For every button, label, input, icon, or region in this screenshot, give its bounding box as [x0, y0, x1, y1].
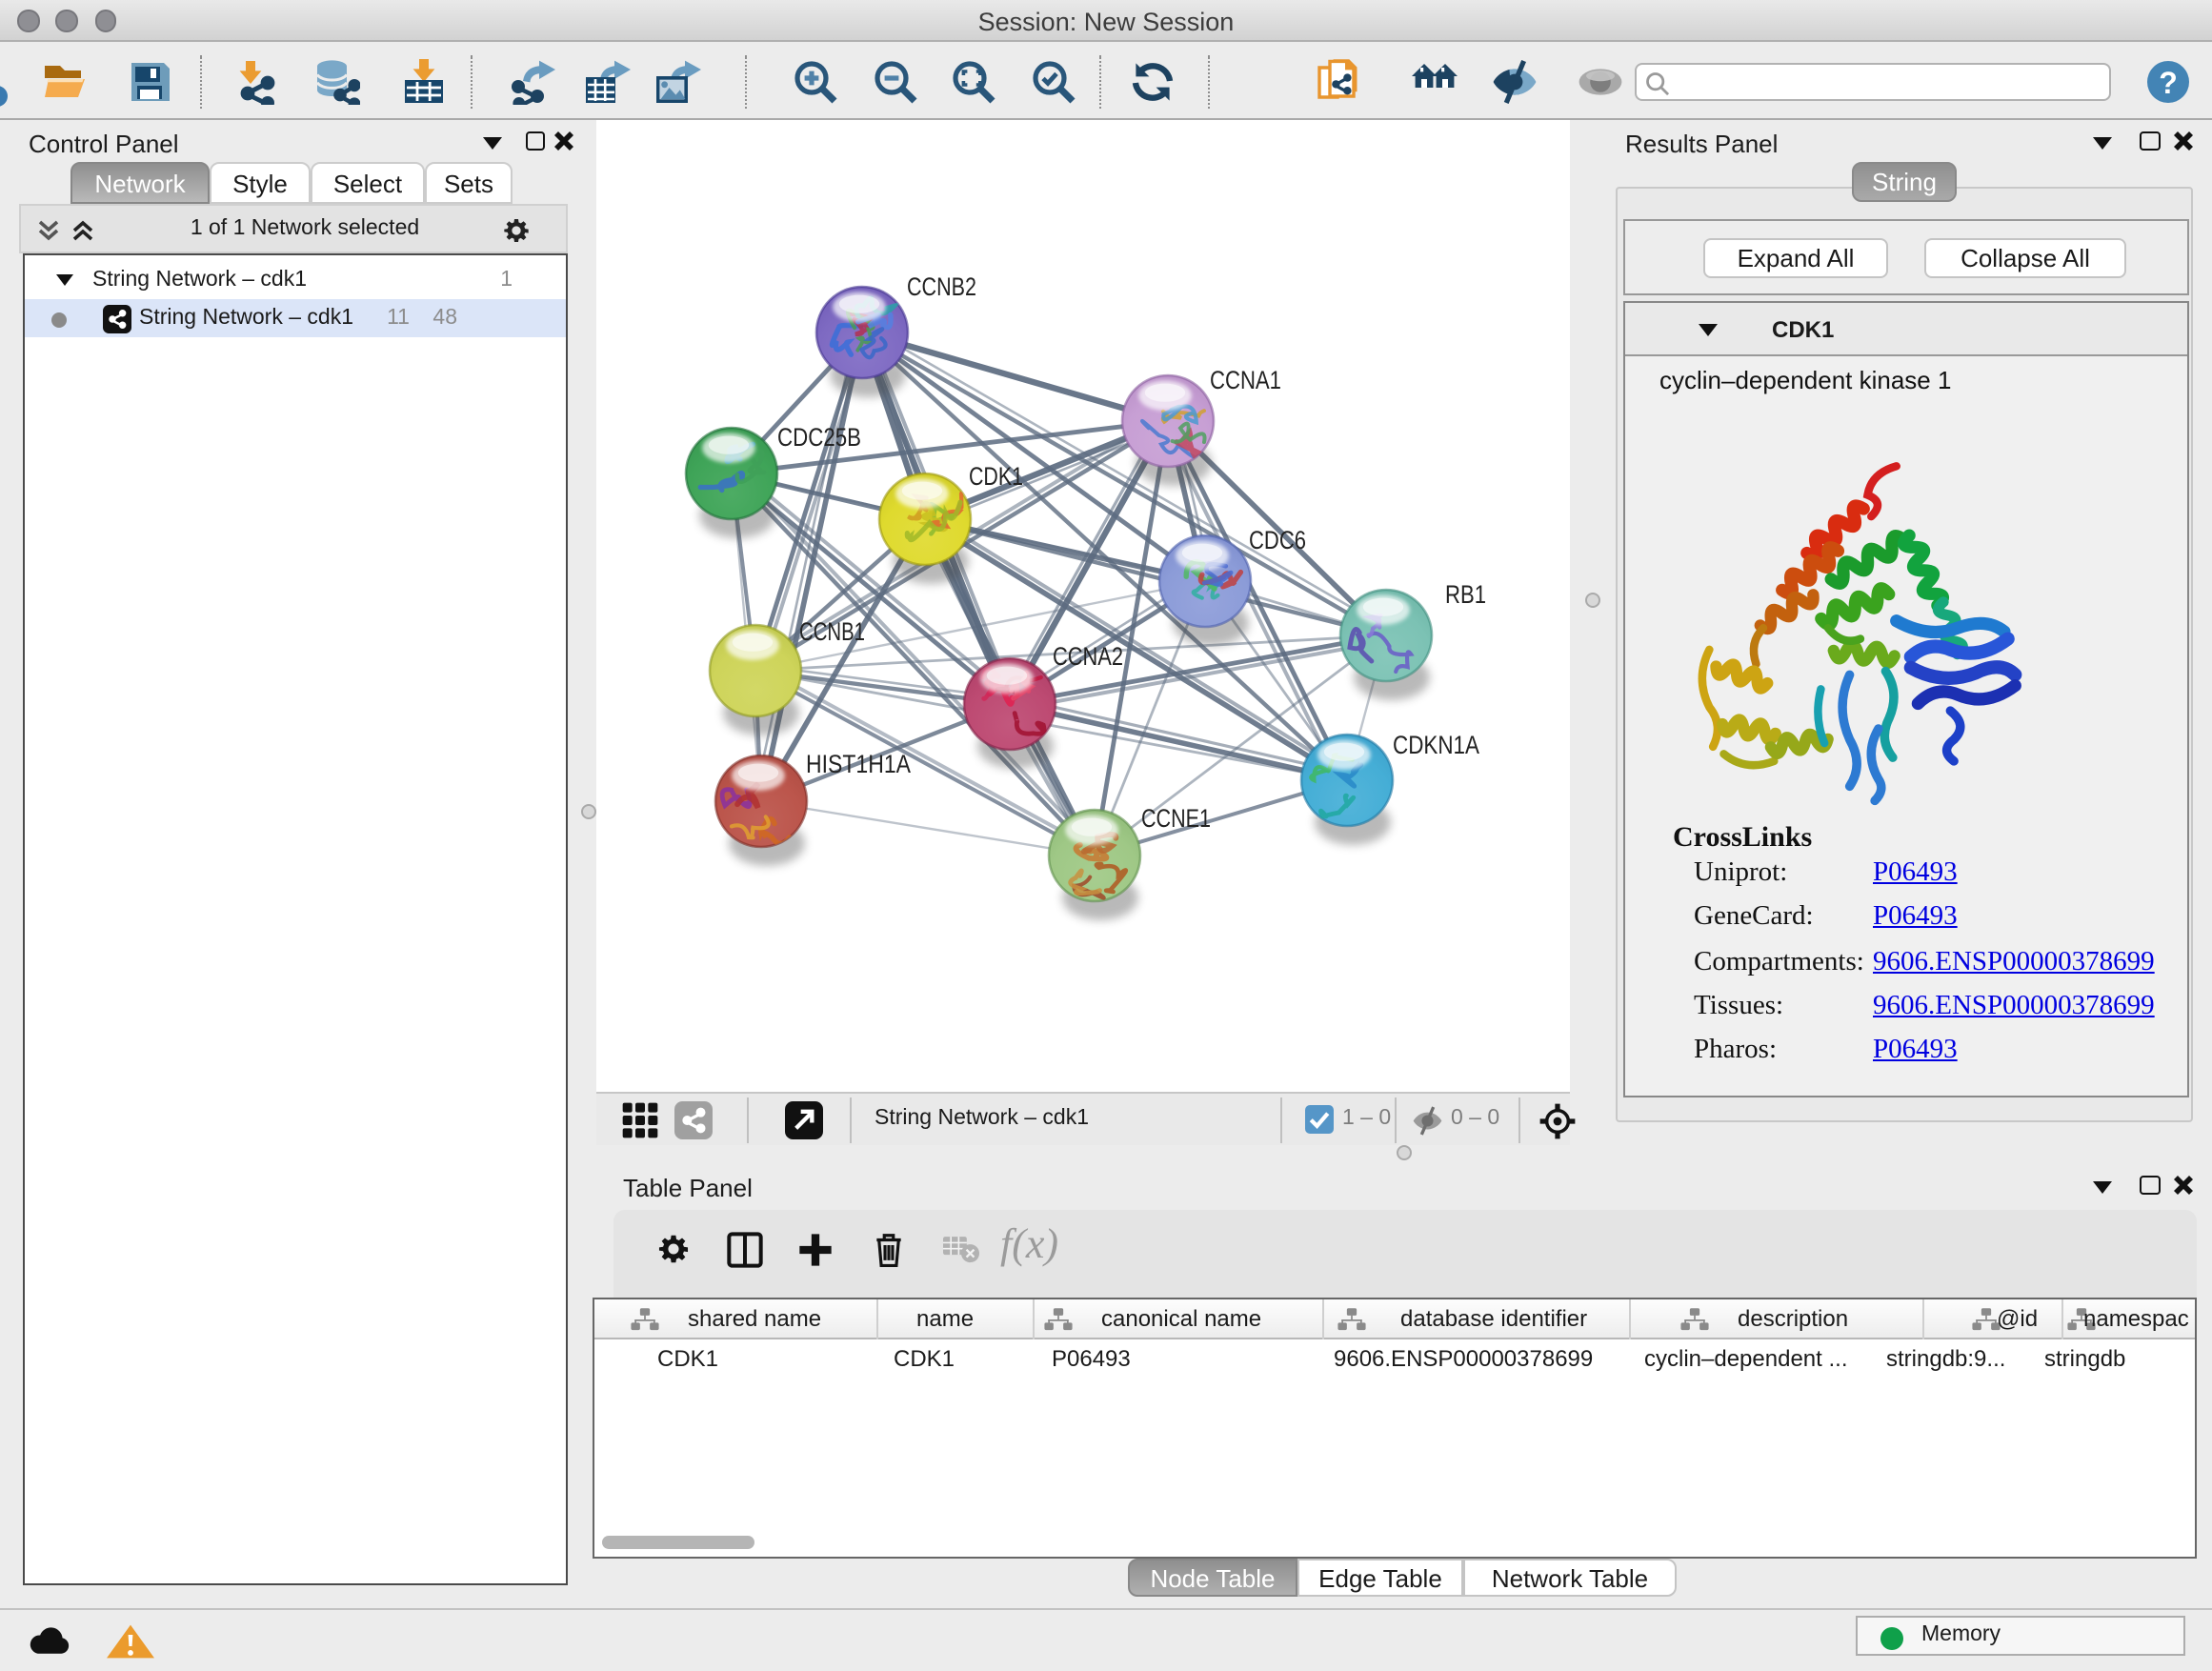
svg-text:CDKN1A: CDKN1A — [1392, 731, 1478, 759]
svg-text:CDC6: CDC6 — [1248, 526, 1305, 554]
svg-text:HIST1H1A: HIST1H1A — [805, 750, 910, 778]
svg-text:CDK1: CDK1 — [968, 462, 1022, 491]
svg-text:CCNB1: CCNB1 — [798, 617, 864, 646]
svg-text:CCNA1: CCNA1 — [1209, 366, 1280, 394]
svg-text:CCNB2: CCNB2 — [906, 272, 975, 301]
svg-text:CCNA2: CCNA2 — [1052, 642, 1122, 671]
svg-text:CCNE1: CCNE1 — [1140, 804, 1210, 833]
svg-text:?: ? — [2158, 65, 2177, 99]
svg-text:CDC25B: CDC25B — [776, 423, 860, 452]
svg-text:RB1: RB1 — [1444, 580, 1485, 609]
